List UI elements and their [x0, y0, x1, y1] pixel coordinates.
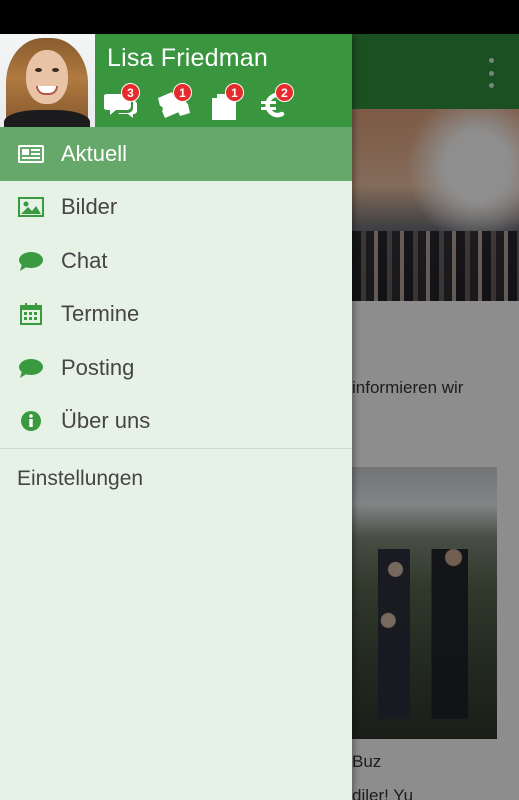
documents-icon[interactable]: 1 [208, 83, 244, 120]
menu-item-ueber-uns[interactable]: Über uns [0, 395, 352, 449]
menu-item-bilder[interactable]: Bilder [0, 181, 352, 235]
menu-item-label: Posting [61, 354, 135, 380]
info-icon [18, 409, 44, 433]
chat-bubble-icon [18, 249, 44, 273]
menu-item-chat[interactable]: Chat [0, 234, 352, 288]
avatar[interactable] [0, 34, 95, 127]
menu-item-posting[interactable]: Posting [0, 341, 352, 395]
menu-item-termine[interactable]: Termine [0, 288, 352, 342]
documents-badge: 1 [225, 83, 244, 102]
euro-badge: 2 [275, 83, 294, 102]
tickets-icon[interactable]: 1 [156, 83, 192, 120]
image-icon [18, 195, 44, 219]
notification-icons: 3 1 1 2 [104, 83, 344, 122]
menu-item-label: Über uns [61, 408, 151, 434]
newspaper-icon [18, 142, 44, 166]
drawer-header: Lisa Friedman 3 1 1 2 [0, 34, 352, 127]
user-name: Lisa Friedman [107, 44, 268, 72]
settings-item[interactable]: Einstellungen [0, 449, 352, 509]
settings-label: Einstellungen [17, 467, 144, 490]
menu-item-label: Chat [61, 247, 108, 273]
menu-item-label: Bilder [61, 194, 118, 220]
menu-item-label: Termine [61, 301, 140, 327]
chat-badge: 3 [121, 83, 140, 102]
chat-bubble-icon [18, 356, 44, 380]
calendar-icon [18, 302, 44, 326]
euro-icon[interactable]: 2 [258, 83, 294, 120]
menu-item-aktuell[interactable]: Aktuell [0, 127, 352, 181]
navigation-drawer: Lisa Friedman 3 1 1 2 Aktuell Bilder Cha… [0, 34, 352, 800]
tickets-badge: 1 [173, 83, 192, 102]
chat-bubbles-icon[interactable]: 3 [104, 83, 140, 120]
drawer-menu: Aktuell Bilder Chat Termine Posting Über… [0, 127, 352, 509]
menu-item-label: Aktuell [61, 140, 128, 166]
status-bar [0, 0, 519, 34]
